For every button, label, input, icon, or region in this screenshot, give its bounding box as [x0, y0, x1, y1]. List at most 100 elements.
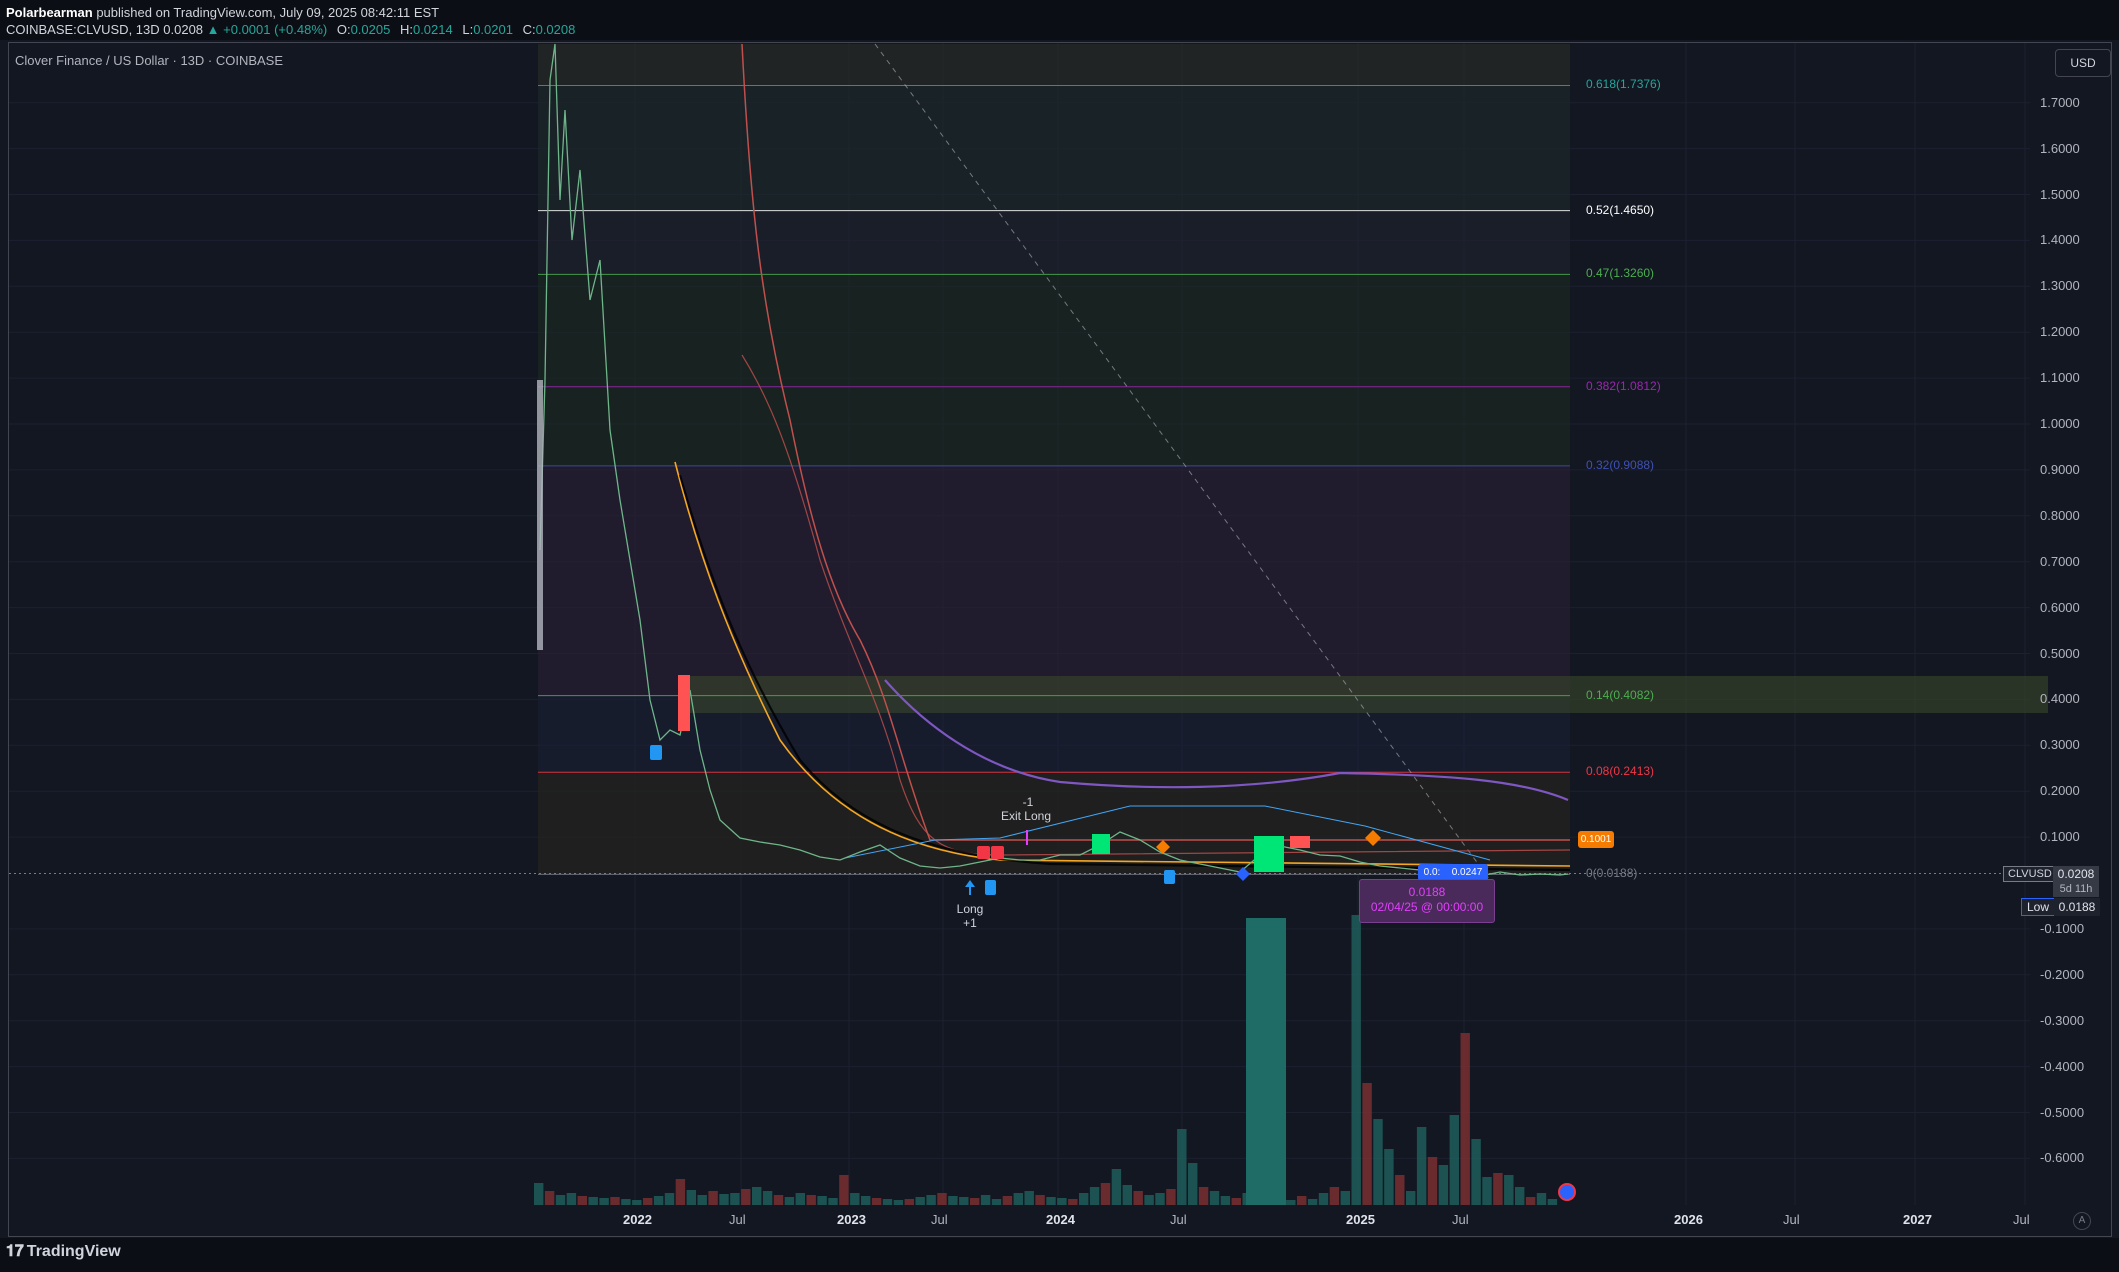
us-flag-icon[interactable]: [1558, 1183, 1576, 1201]
y-tick-label: 0.7000: [2040, 553, 2080, 569]
y-tick-label: 1.0000: [2040, 416, 2080, 431]
volume-bar: [1318, 1193, 1329, 1205]
footer-bar: [0, 1238, 2119, 1272]
volume-bar: [708, 1191, 718, 1205]
volume-bar: [1122, 1185, 1132, 1205]
long-arrow-icon: [965, 880, 975, 887]
volume-bar: [1046, 1197, 1056, 1205]
volume-bars: [534, 915, 1558, 1205]
tooltip-value: 0.0188: [1408, 885, 1446, 899]
volume-bar: [632, 1200, 642, 1205]
volume-bar: [762, 1191, 773, 1205]
buy-signal-icon: [985, 880, 996, 895]
tv-brand-text: TradingView: [26, 1243, 121, 1260]
fib-extension-box: [688, 676, 2048, 713]
volume-bar: [1395, 1175, 1405, 1205]
volume-bar: [621, 1199, 631, 1205]
bar-countdown: 5d 11h: [2053, 882, 2099, 897]
currency-button[interactable]: USD: [2055, 49, 2111, 77]
auto-scale-button[interactable]: A: [2073, 1212, 2091, 1230]
volume-bar: [1002, 1196, 1013, 1205]
y-tick-label: 0.4000: [2040, 691, 2080, 707]
volume-bar: [1231, 1198, 1241, 1205]
volume-bar: [1079, 1193, 1089, 1205]
volume-bar: [730, 1193, 740, 1205]
tradingview-logo[interactable]: 𝟏𝟕 TradingView: [6, 1243, 121, 1261]
big-green-candle: [1254, 836, 1284, 872]
volume-bar: [1307, 1199, 1318, 1205]
green-candle: [1092, 834, 1110, 854]
volume-bar: [741, 1189, 751, 1205]
y-tick-label: 0.1000: [2040, 829, 2080, 845]
volume-bar: [1144, 1195, 1154, 1205]
volume-bar: [686, 1190, 696, 1205]
volume-bar: [970, 1198, 980, 1205]
exit-long-label: Exit Long: [1000, 809, 1052, 823]
volume-bar: [839, 1175, 849, 1205]
volume-bar: [904, 1199, 914, 1205]
volume-bar: [937, 1193, 947, 1205]
y-tick-label: 0.5000: [2040, 645, 2080, 661]
volume-bar: [1209, 1191, 1220, 1205]
volume-bar: [1133, 1191, 1143, 1205]
volume-bar: [795, 1193, 805, 1205]
volume-bar: [1220, 1196, 1231, 1205]
y-tick-label: 0.2000: [2040, 783, 2080, 799]
volume-bar: [1068, 1199, 1078, 1205]
x-tick-label: 2023: [837, 1212, 866, 1227]
volume-bar: [1155, 1193, 1165, 1205]
y-tick-label: 1.6000: [2040, 140, 2080, 156]
volume-bar: [893, 1200, 904, 1205]
x-tick-label: 2027: [1903, 1212, 1932, 1227]
x-tick-label: Jul: [1783, 1212, 1800, 1227]
red-candle-2022: [678, 675, 690, 731]
volume-bar: [1438, 1165, 1449, 1205]
y-tick-label: 1.2000: [2040, 324, 2080, 340]
x-tick-label: Jul: [729, 1212, 746, 1227]
volume-bar: [1416, 1127, 1427, 1205]
sell-signal-icon: [977, 846, 990, 859]
volume-bar: [752, 1187, 762, 1205]
volume-bar: [1362, 1083, 1372, 1205]
volume-bar: [653, 1196, 664, 1205]
long-count: +1: [963, 916, 977, 930]
y-tick-label: 0.6000: [2040, 599, 2080, 615]
volume-bar: [1406, 1191, 1416, 1205]
fib-level-label: 0.618(1.7376): [1586, 77, 1661, 92]
chart-title: Clover Finance / US Dollar · 13D · COINB…: [15, 53, 284, 68]
launch-candle: [537, 380, 543, 650]
red-candle: [1290, 836, 1310, 848]
price-chart[interactable]: [0, 0, 2119, 1272]
volume-bar: [1111, 1169, 1122, 1205]
tooltip-date: 02/04/25 @ 00:00:00: [1370, 900, 1484, 914]
volume-bar: [1515, 1187, 1525, 1205]
volume-bar: [1100, 1183, 1111, 1205]
buy-signal-icon: [650, 745, 662, 760]
volume-bar: [1427, 1157, 1438, 1205]
y-tick-label: -0.6000: [2040, 1150, 2085, 1166]
fib-level-label: 0.382(1.0812): [1586, 378, 1661, 393]
volume-bar: [719, 1194, 729, 1205]
fib-zone: [538, 772, 1570, 875]
volume-bar: [1013, 1193, 1023, 1205]
x-tick-label: Jul: [1452, 1212, 1469, 1227]
fib-zone: [538, 210, 1570, 275]
x-tick-label: 2025: [1346, 1212, 1375, 1227]
y-tick-label: -0.2000: [2040, 966, 2085, 982]
symbol-tag: CLVUSD: [2003, 866, 2057, 882]
volume-bar: [959, 1197, 969, 1205]
y-tick-label: -0.3000: [2040, 1012, 2085, 1028]
volume-bar: [850, 1193, 860, 1205]
x-tick-label: Jul: [1170, 1212, 1187, 1227]
y-tick-label: 0.3000: [2040, 737, 2080, 753]
y-tick-label: 1.4000: [2040, 232, 2080, 248]
x-tick-label: 2026: [1674, 1212, 1703, 1227]
fib-zone: [538, 465, 1570, 696]
fib-zone-top: [538, 44, 1570, 86]
tv-logo-icon: 𝟏𝟕: [6, 1243, 24, 1260]
volume-bar: [1373, 1119, 1383, 1205]
volume-bar: [1493, 1173, 1503, 1205]
volume-bar: [948, 1196, 958, 1205]
volume-bar: [610, 1197, 620, 1205]
fib-zone: [538, 274, 1570, 387]
